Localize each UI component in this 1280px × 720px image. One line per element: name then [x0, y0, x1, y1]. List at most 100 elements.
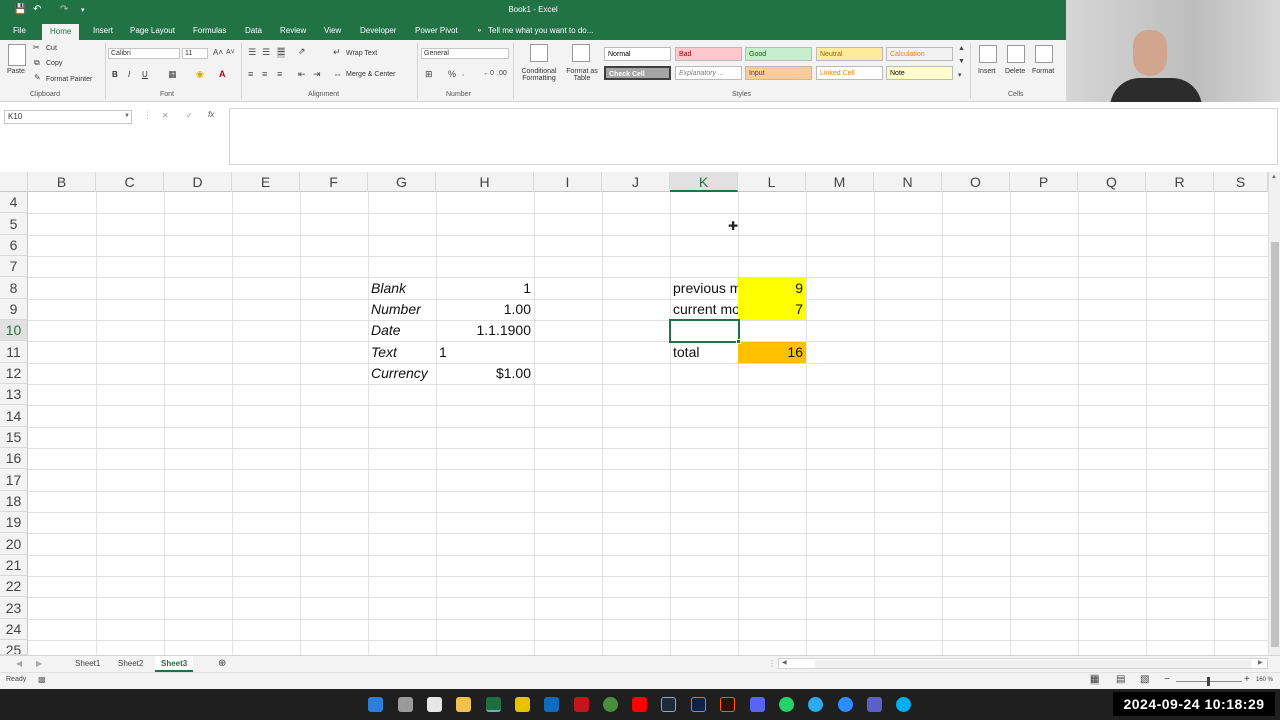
row-header-17[interactable]: 17	[0, 469, 28, 491]
style-note[interactable]: Note	[886, 66, 953, 80]
accounting-format-icon[interactable]: ⊞	[425, 69, 433, 80]
font-name-select[interactable]: Calibri	[108, 48, 180, 59]
row-header-7[interactable]: 7	[0, 256, 28, 277]
scroll-up-icon[interactable]: ▲	[1271, 174, 1277, 180]
increase-indent-icon[interactable]: ⇥	[313, 69, 321, 80]
align-middle-icon[interactable]: ☰	[262, 47, 270, 58]
style-input[interactable]: Input	[745, 66, 812, 80]
row-header-14[interactable]: 14	[0, 405, 28, 427]
wrap-text-button[interactable]: Wrap Text	[346, 50, 377, 57]
align-right-icon[interactable]: ≡	[277, 69, 282, 79]
fill-handle[interactable]	[736, 339, 741, 344]
style-linked-cell[interactable]: Linked Cell	[816, 66, 883, 80]
tab-review[interactable]: Review	[280, 26, 306, 35]
style-neutral[interactable]: Neutral	[816, 47, 883, 61]
decrease-decimal-icon[interactable]: .00	[497, 70, 507, 77]
paste-button[interactable]: Paste	[7, 68, 25, 75]
cell-g8[interactable]: Blank	[371, 278, 436, 299]
style-explanatory[interactable]: Explanatory ...	[675, 66, 742, 80]
align-top-icon[interactable]: ☰	[248, 47, 256, 58]
cell-h11[interactable]: 1	[439, 342, 534, 363]
column-header-m[interactable]: M	[806, 172, 874, 192]
discord-icon[interactable]	[750, 697, 765, 712]
skype-icon[interactable]	[896, 697, 911, 712]
number-format-select[interactable]: General	[421, 48, 509, 59]
windows-start-icon[interactable]	[368, 697, 383, 712]
cut-button[interactable]: Cut	[46, 45, 57, 52]
scroll-left-icon[interactable]: ◀	[782, 659, 787, 666]
active-cell-k10[interactable]	[669, 319, 740, 343]
cell-k8[interactable]: previous m	[673, 278, 738, 299]
row-header-25[interactable]: 25	[0, 640, 28, 655]
column-header-h[interactable]: H	[436, 172, 534, 192]
column-header-p[interactable]: P	[1010, 172, 1078, 192]
conditional-formatting-button[interactable]: Conditional Formatting	[516, 68, 562, 82]
tab-data[interactable]: Data	[245, 26, 262, 35]
sheet-tab-sheet3[interactable]: Sheet3	[155, 656, 194, 672]
store-icon[interactable]	[427, 697, 442, 712]
tab-file[interactable]: File	[13, 26, 26, 35]
delete-cells-button[interactable]: Delete	[1005, 68, 1025, 75]
outlook-icon[interactable]	[544, 697, 559, 712]
cell-g12[interactable]: Currency	[371, 363, 436, 384]
column-header-n[interactable]: N	[874, 172, 942, 192]
increase-decimal-icon[interactable]: ←0	[483, 70, 494, 77]
zoom-in-icon[interactable]: +	[1244, 674, 1250, 685]
enter-icon[interactable]: ✓	[186, 111, 193, 120]
telegram-icon[interactable]	[808, 697, 823, 712]
horizontal-scroll-thumb[interactable]	[815, 660, 1251, 668]
paste-icon[interactable]	[8, 44, 26, 66]
column-header-f[interactable]: F	[300, 172, 368, 192]
page-break-view-icon[interactable]: ▧	[1140, 674, 1149, 685]
row-header-24[interactable]: 24	[0, 619, 28, 640]
illustrator-icon[interactable]	[720, 697, 735, 712]
sheet-tab-sheet1[interactable]: Sheet1	[75, 656, 100, 672]
font-size-select[interactable]: 11	[182, 48, 208, 59]
format-cells-icon[interactable]	[1035, 45, 1053, 63]
column-header-c[interactable]: C	[96, 172, 164, 192]
task-view-icon[interactable]	[398, 697, 413, 712]
bold-button[interactable]: B	[112, 70, 118, 79]
comma-style-icon[interactable]: ,	[462, 70, 464, 77]
row-header-15[interactable]: 15	[0, 427, 28, 448]
normal-view-icon[interactable]: ▦	[1090, 674, 1100, 685]
row-header-6[interactable]: 6	[0, 235, 28, 256]
prev-sheet-icon[interactable]: ◀	[16, 656, 22, 672]
styles-scroll-up-icon[interactable]: ▲	[958, 45, 965, 52]
copy-button[interactable]: Copy	[46, 60, 62, 67]
decrease-indent-icon[interactable]: ⇤	[298, 69, 306, 80]
style-calculation[interactable]: Calculation	[886, 47, 953, 61]
whatsapp-icon[interactable]	[779, 697, 794, 712]
chrome-icon[interactable]	[603, 697, 618, 712]
next-sheet-icon[interactable]: ▶	[36, 656, 42, 672]
format-as-table-icon[interactable]	[572, 44, 590, 62]
page-layout-view-icon[interactable]: ▤	[1116, 674, 1125, 685]
row-header-21[interactable]: 21	[0, 555, 28, 576]
style-check-cell[interactable]: Check Cell	[604, 66, 671, 80]
horizontal-scrollbar[interactable]: ◀ ▶	[778, 658, 1268, 669]
vertical-scroll-thumb[interactable]	[1271, 242, 1279, 647]
scroll-right-icon[interactable]: ▶	[1258, 659, 1263, 666]
grow-font-icon[interactable]: A˄	[213, 48, 223, 57]
row-header-23[interactable]: 23	[0, 597, 28, 619]
excel-icon[interactable]	[486, 697, 501, 712]
column-header-g[interactable]: G	[368, 172, 436, 192]
cancel-icon[interactable]: ✕	[162, 111, 169, 120]
cell-g9[interactable]: Number	[371, 299, 436, 320]
youtube-icon[interactable]	[632, 697, 647, 712]
format-cells-button[interactable]: Format	[1032, 68, 1054, 75]
shrink-font-icon[interactable]: A˅	[226, 49, 235, 56]
cell-h12[interactable]: $1.00	[436, 363, 534, 384]
cell-l9[interactable]: 7	[738, 299, 806, 320]
tab-formulas[interactable]: Formulas	[193, 26, 226, 35]
tab-home[interactable]: Home	[42, 24, 80, 40]
column-header-q[interactable]: Q	[1078, 172, 1146, 192]
row-header-12[interactable]: 12	[0, 363, 28, 384]
underline-button[interactable]: U	[142, 70, 148, 79]
tab-insert[interactable]: Insert	[93, 26, 113, 35]
merge-center-button[interactable]: Merge & Center	[346, 71, 395, 78]
style-good[interactable]: Good	[745, 47, 812, 61]
cell-k11[interactable]: total	[673, 342, 738, 363]
format-painter-button[interactable]: Format Painter	[46, 76, 92, 83]
zoom-out-icon[interactable]: −	[1164, 674, 1170, 685]
